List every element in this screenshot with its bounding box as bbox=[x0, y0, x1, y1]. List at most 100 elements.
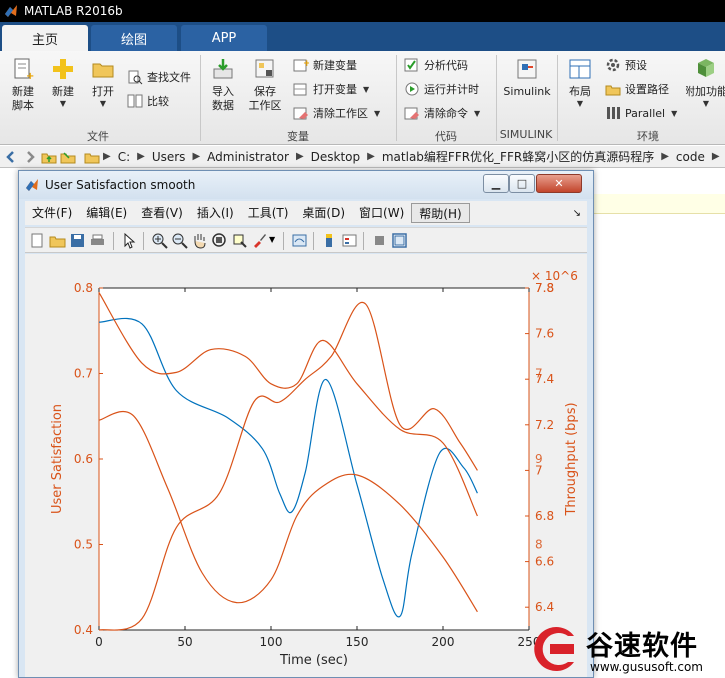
new-figure-icon[interactable] bbox=[29, 232, 46, 249]
analyze-code-button[interactable]: 分析代码 bbox=[404, 55, 468, 75]
set-path-button[interactable]: 设置路径 bbox=[605, 79, 669, 99]
close-button[interactable]: ✕ bbox=[536, 174, 582, 193]
plot-area[interactable]: 0 50 100 150 200 250 0.4 0.5 0.6 0.7 0.8 6.4 6.6 6.8 7… bbox=[25, 254, 587, 677]
print-icon[interactable] bbox=[89, 232, 106, 249]
clear-commands-button[interactable]: 清除命令 ▼ bbox=[404, 103, 480, 123]
matlab-logo-icon bbox=[26, 179, 38, 191]
forward-arrow-icon[interactable] bbox=[22, 149, 38, 165]
eraser-icon bbox=[293, 107, 308, 120]
maximize-button[interactable]: □ bbox=[509, 174, 535, 193]
menu-tools[interactable]: 工具(T) bbox=[241, 203, 296, 223]
parallel-button[interactable]: Parallel ▼ bbox=[605, 103, 677, 123]
plus-icon bbox=[53, 59, 73, 79]
import-data-button[interactable]: 导入 数据 bbox=[206, 57, 240, 113]
browse-folder-icon[interactable] bbox=[60, 149, 76, 165]
chevron-down-icon: ▼ bbox=[99, 99, 107, 108]
group-divider bbox=[557, 55, 558, 141]
x-axis-label: Time (sec) bbox=[279, 653, 348, 668]
layout-button[interactable]: 布局 ▼ bbox=[563, 57, 597, 109]
compare-icon bbox=[127, 94, 143, 108]
new-button[interactable]: 新建 ▼ bbox=[46, 57, 80, 109]
new-script-icon: + bbox=[14, 58, 34, 81]
path-segment[interactable]: Desktop bbox=[311, 150, 361, 164]
minimize-button[interactable]: ▁ bbox=[483, 174, 509, 193]
path-separator: ▶ bbox=[192, 151, 201, 162]
y-axis-label-right: Throughput (bps) bbox=[564, 402, 579, 516]
menu-file[interactable]: 文件(F) bbox=[25, 203, 79, 223]
find-files-button[interactable]: 查找文件 bbox=[127, 67, 191, 87]
show-plot-tools-icon[interactable] bbox=[391, 232, 408, 249]
zoom-out-icon[interactable] bbox=[171, 232, 188, 249]
chevron-down-icon: ▼ bbox=[59, 99, 67, 108]
zoom-in-icon[interactable] bbox=[151, 232, 168, 249]
menu-overflow-icon[interactable]: ↘ bbox=[573, 208, 581, 219]
colorbar-icon[interactable] bbox=[321, 232, 338, 249]
current-folder-bar: ▶ C: ▶ Users ▶ Administrator ▶ Desktop ▶… bbox=[0, 146, 725, 168]
tab-plots[interactable]: 绘图 bbox=[91, 25, 177, 51]
y-tick-label-left: 0.7 bbox=[74, 367, 93, 381]
compare-button[interactable]: 比较 bbox=[127, 91, 169, 111]
link-plot-icon[interactable] bbox=[291, 232, 308, 249]
new-variable-button[interactable]: + 新建变量 bbox=[293, 55, 357, 75]
group-divider bbox=[200, 55, 201, 141]
data-cursor-icon[interactable] bbox=[231, 232, 248, 249]
toolbar-divider bbox=[113, 232, 114, 250]
menu-edit[interactable]: 编辑(E) bbox=[79, 203, 134, 223]
y-tick-label-left: 0.4 bbox=[74, 623, 93, 637]
save-icon[interactable] bbox=[69, 232, 86, 249]
maximize-icon: □ bbox=[516, 177, 528, 190]
menu-desktop[interactable]: 桌面(D) bbox=[295, 203, 352, 223]
clear-workspace-button[interactable]: 清除工作区 ▼ bbox=[293, 103, 380, 123]
figure-window[interactable]: User Satisfaction smooth ▁ □ ✕ 文件(F) 编辑(… bbox=[18, 170, 594, 678]
figure-toolbar: ▼ bbox=[25, 227, 587, 253]
chevron-down-icon[interactable]: ▼ bbox=[269, 235, 275, 244]
eraser-icon bbox=[404, 107, 419, 120]
preferences-button[interactable]: 预设 bbox=[605, 55, 647, 75]
path-segment[interactable]: Users bbox=[152, 150, 186, 164]
path-segment[interactable]: Administrator bbox=[207, 150, 289, 164]
menu-window[interactable]: 窗口(W) bbox=[352, 203, 411, 223]
tab-home[interactable]: 主页 bbox=[2, 25, 88, 51]
line-chart[interactable]: 0 50 100 150 200 2500.40.50.60.70.86.46.66.87… bbox=[25, 254, 587, 677]
run-and-time-button[interactable]: 运行并计时 bbox=[404, 79, 479, 99]
save-workspace-button[interactable]: 保存 工作区 bbox=[246, 57, 284, 113]
open-button[interactable]: 打开 ▼ bbox=[86, 57, 120, 109]
path-segment[interactable]: matlab编程FFR优化_FFR蜂窝小区的仿真源码程序 bbox=[382, 148, 654, 165]
axes-background bbox=[99, 288, 529, 630]
layout-icon bbox=[569, 59, 591, 79]
simulink-button[interactable]: Simulink bbox=[502, 57, 552, 99]
pointer-icon[interactable] bbox=[121, 232, 138, 249]
menu-insert[interactable]: 插入(I) bbox=[190, 203, 241, 223]
simulink-icon bbox=[517, 59, 537, 79]
brush-icon[interactable] bbox=[251, 232, 268, 249]
path-segment[interactable]: C: bbox=[118, 150, 130, 164]
new-variable-icon: + bbox=[293, 59, 309, 72]
y-tick-label-right-overlap: 7.8 bbox=[535, 281, 554, 295]
pan-hand-icon[interactable] bbox=[191, 232, 208, 249]
y-tick-label-right: 7.2 bbox=[535, 418, 554, 432]
menu-help[interactable]: 帮助(H) bbox=[411, 203, 470, 223]
open-variable-button[interactable]: 打开变量 ▼ bbox=[293, 79, 369, 99]
group-label-variable: 变量 bbox=[287, 130, 309, 143]
legend-icon[interactable] bbox=[341, 232, 358, 249]
menu-view[interactable]: 查看(V) bbox=[134, 203, 190, 223]
open-file-icon[interactable] bbox=[49, 232, 66, 249]
x-tick-label: 0 bbox=[95, 635, 103, 649]
y-tick-label-left: 0.8 bbox=[74, 281, 93, 295]
chevron-down-icon: ▼ bbox=[363, 84, 370, 94]
back-arrow-icon[interactable] bbox=[3, 149, 19, 165]
rotate-3d-icon[interactable] bbox=[211, 232, 228, 249]
watermark-url: www.gususoft.com bbox=[590, 660, 703, 674]
path-segment[interactable]: code bbox=[676, 150, 705, 164]
addons-icon bbox=[698, 59, 714, 77]
addons-button[interactable]: 附加功能 ▼ bbox=[686, 57, 725, 109]
tab-apps[interactable]: APP bbox=[181, 25, 267, 51]
svg-text:+: + bbox=[26, 71, 34, 81]
folder-icon bbox=[92, 63, 114, 78]
group-divider bbox=[396, 55, 397, 141]
up-folder-icon[interactable] bbox=[41, 149, 57, 165]
open-variable-icon bbox=[293, 83, 307, 96]
y-tick-label-right-overlap: 9 bbox=[535, 452, 543, 466]
new-script-button[interactable]: + 新建 脚本 bbox=[6, 57, 40, 113]
hide-plot-tools-icon[interactable] bbox=[371, 232, 388, 249]
